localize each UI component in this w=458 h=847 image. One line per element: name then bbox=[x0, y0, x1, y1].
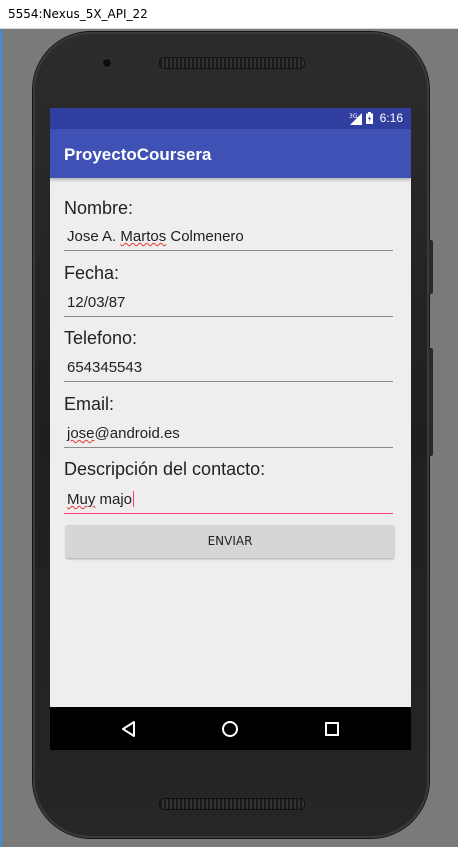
volume-button[interactable] bbox=[429, 348, 433, 456]
email-field[interactable]: jose@android.es bbox=[64, 419, 393, 448]
name-label: Nombre: bbox=[64, 198, 134, 218]
phone-field[interactable]: 654345543 bbox=[64, 353, 393, 382]
svg-text:3G: 3G bbox=[349, 113, 358, 120]
app-bar: ProyectoCoursera bbox=[50, 129, 411, 178]
date-field-value: 12/03/87 bbox=[67, 294, 126, 311]
recents-icon[interactable] bbox=[322, 719, 342, 739]
back-icon[interactable] bbox=[119, 719, 139, 739]
description-label: Descripción del contacto: bbox=[64, 459, 266, 479]
power-button[interactable] bbox=[429, 240, 433, 294]
emulator-title: 5554:Nexus_5X_API_22 bbox=[8, 7, 148, 21]
home-icon[interactable] bbox=[220, 719, 240, 739]
name-field-value: Jose A. Martos Colmenero bbox=[67, 228, 244, 245]
top-speaker bbox=[159, 57, 305, 69]
submit-button[interactable]: ENVIAR bbox=[66, 525, 394, 558]
navigation-bar bbox=[50, 707, 411, 750]
name-field[interactable]: Jose A. Martos Colmenero bbox=[64, 222, 393, 251]
description-field[interactable]: Muy majo bbox=[64, 485, 393, 514]
bottom-speaker bbox=[159, 798, 305, 810]
signal-3g-icon: 3G bbox=[349, 113, 362, 125]
date-label: Fecha: bbox=[64, 263, 120, 283]
email-label: Email: bbox=[64, 394, 115, 414]
window-border bbox=[0, 29, 2, 847]
email-field-value: jose@android.es bbox=[67, 425, 180, 442]
device-screen: 3G 6:16 ProyectoCoursera Nombre: Jose A.… bbox=[50, 108, 411, 750]
status-bar: 3G 6:16 bbox=[50, 108, 411, 129]
front-camera bbox=[102, 58, 112, 68]
phone-field-value: 654345543 bbox=[67, 359, 143, 376]
emulator-title-bar: 5554:Nexus_5X_API_22 bbox=[0, 0, 458, 29]
text-cursor bbox=[133, 491, 135, 507]
status-time: 6:16 bbox=[379, 111, 403, 125]
battery-icon bbox=[366, 112, 373, 124]
app-title: ProyectoCoursera bbox=[64, 145, 212, 164]
phone-label: Telefono: bbox=[64, 328, 138, 348]
date-field[interactable]: 12/03/87 bbox=[64, 288, 393, 317]
description-field-value: Muy majo bbox=[67, 491, 135, 508]
